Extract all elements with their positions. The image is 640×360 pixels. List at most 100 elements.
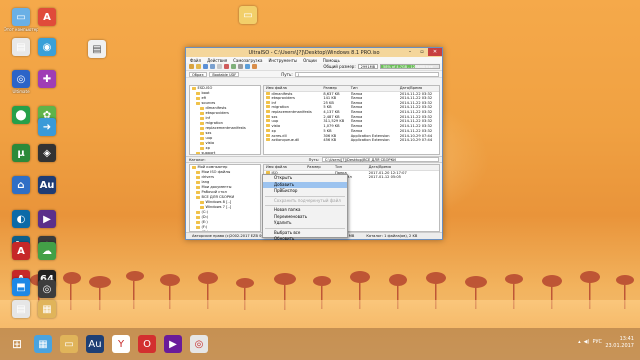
audition-icon[interactable]: Au [86, 335, 104, 353]
delete-icon[interactable] [224, 64, 229, 69]
folder-icon [196, 196, 200, 199]
save-icon[interactable] [203, 64, 208, 69]
desktop-icon[interactable]: ▶ [30, 210, 64, 229]
water-reflection [0, 300, 640, 328]
burn-icon[interactable] [245, 64, 250, 69]
context-menu-item[interactable]: ПрВБиспор [263, 188, 347, 195]
menu-file[interactable]: Файл [190, 58, 201, 63]
folder-icon [196, 97, 200, 100]
desktop-file-icon[interactable]: ▤ [80, 40, 114, 58]
capacity-text: 58% of 4.7GB - 1278MB free [383, 65, 433, 69]
menu-help[interactable]: Помощь [323, 58, 340, 63]
save-as-icon[interactable] [210, 64, 215, 69]
ultraiso-icon[interactable]: ◎ [190, 335, 208, 353]
extract-icon[interactable] [217, 64, 222, 69]
folder-icon [200, 127, 204, 130]
total-size-label: Общий размер: [323, 64, 356, 69]
close-button[interactable]: ✕ [428, 48, 442, 56]
iso-path-field[interactable]: / [294, 71, 439, 77]
title-bar[interactable]: UltraISO - C:\Users\[?]\Desktop\Windows … [186, 48, 442, 57]
desktop-icon[interactable]: A [30, 8, 64, 27]
app-icon: ◎ [38, 280, 56, 298]
folder-icon [196, 92, 200, 95]
media-icon[interactable]: ▶ [164, 335, 182, 353]
folder-icon [196, 186, 200, 189]
folder-icon [266, 91, 270, 95]
clock-date: 23.01.2017 [605, 343, 634, 349]
maximize-button[interactable]: ▫ [416, 48, 428, 56]
folder-icon [200, 122, 204, 125]
desktop-icon[interactable]: ◎ [30, 280, 64, 299]
clock[interactable]: 13:41 23.01.2017 [605, 336, 634, 350]
table-row[interactable]: replacementmanifests 4,137 KB Папка 2014-11… [264, 110, 439, 115]
minimize-button[interactable]: – [404, 48, 416, 56]
file-name-cell: actionqueue.dll [264, 138, 321, 143]
tree-item-label: support [201, 151, 216, 155]
app-icon: A [12, 242, 30, 260]
folder-icon [196, 152, 200, 154]
table-row[interactable]: actionqueue.dll 456 KB Application Extensi… [264, 138, 439, 143]
taskbar: ⊞ ▦ ▭ Au Y O ▶ ◎ ▴ ◀) РУС 13:41 23.01.2017 [0, 328, 640, 360]
app-icon: ▤ [12, 300, 30, 318]
store-icon[interactable]: ▦ [34, 335, 52, 353]
image-type-select[interactable]: Bootable UDF [209, 71, 240, 77]
folder-icon [266, 96, 270, 100]
folder-icon [196, 176, 200, 179]
app-icon: μ [12, 144, 30, 162]
desktop-icon[interactable]: ➜ [30, 118, 64, 137]
folder-icon [200, 142, 204, 145]
yandex-icon[interactable]: Y [112, 335, 130, 353]
desktop-icon[interactable]: ☁ [30, 242, 64, 261]
start-button[interactable]: ⊞ [8, 335, 26, 353]
opera-icon[interactable]: O [138, 335, 156, 353]
desktop-icon[interactable]: ▦ [30, 300, 64, 319]
context-menu-item: Сохранить подчеркнутый файл [274, 197, 341, 203]
menu-tools[interactable]: Инструменты [268, 58, 297, 63]
app-icon: ◈ [38, 144, 56, 162]
folder-icon [200, 147, 204, 150]
language-indicator[interactable]: РУС [592, 339, 602, 345]
menu-bootable[interactable]: Самозагрузка [233, 58, 262, 63]
add-icon[interactable] [231, 64, 236, 69]
explorer-icon[interactable]: ▭ [60, 335, 78, 353]
desktop-folder-icon[interactable]: ▭ [231, 6, 265, 24]
table-row[interactable]: etwproviders 141 KB Папка 2014-11-22 03:32 [264, 96, 439, 101]
desktop-icon[interactable]: ◉ [30, 38, 64, 57]
context-menu: Открыть Добавить ПрВБиспор Сохранить подчер… [262, 174, 348, 241]
context-menu-item[interactable]: Удалить [263, 220, 347, 227]
folder-icon [266, 119, 270, 123]
local-path-field[interactable]: C:\Users\[?]\Desktop\ВСЕ ДЛЯ СБОРКИ [321, 157, 439, 162]
folder-icon [196, 216, 200, 219]
total-size-value: 2991MB [357, 64, 378, 69]
system-tray: ▴ ◀) РУС [578, 339, 602, 345]
context-menu-item[interactable]: Обновить [263, 236, 347, 243]
folder-icon [266, 105, 270, 109]
menu-actions[interactable]: Действия [207, 58, 227, 63]
app-icon: ▦ [38, 300, 56, 318]
table-cell: Application Extension [350, 138, 390, 143]
network-icon[interactable]: ▴ [578, 339, 581, 345]
properties-icon[interactable] [238, 64, 243, 69]
app-icon: ☁ [38, 242, 56, 260]
desktop-icon[interactable]: ◈ [30, 144, 64, 163]
desktop-icon[interactable]: Au [30, 176, 64, 195]
mount-icon[interactable] [252, 64, 257, 69]
folder-icon [266, 110, 270, 114]
table-cell: 2017-01-12 05:05 [368, 175, 401, 180]
desktop-icon[interactable]: ✚ [30, 70, 64, 89]
local-path-bar: Каталог: Путь: C:\Users\[?]\Desktop\ВСЕ … [186, 156, 442, 163]
folder-icon [266, 100, 270, 104]
app-icon: Au [38, 176, 56, 194]
volume-icon[interactable]: ◀) [584, 339, 590, 345]
menu-options[interactable]: Опции [303, 58, 317, 63]
folder-icon [266, 133, 270, 137]
toolbar: Общий размер: 2991MB 58% of 4.7GB - 1278… [186, 63, 442, 71]
folder-icon [200, 117, 204, 120]
new-icon[interactable] [189, 64, 194, 69]
app-icon: ▶ [38, 210, 56, 228]
tree-item[interactable]: support [190, 151, 260, 155]
open-icon[interactable] [196, 64, 201, 69]
table-row[interactable]: dlmanifests 8,637 KB Папка 2014-11-22 03:32 [264, 91, 439, 96]
local-tree-pane: Мой компьютер Мои ISO файлы drivers lang Мои… [189, 164, 261, 232]
menu-divider [265, 227, 345, 229]
